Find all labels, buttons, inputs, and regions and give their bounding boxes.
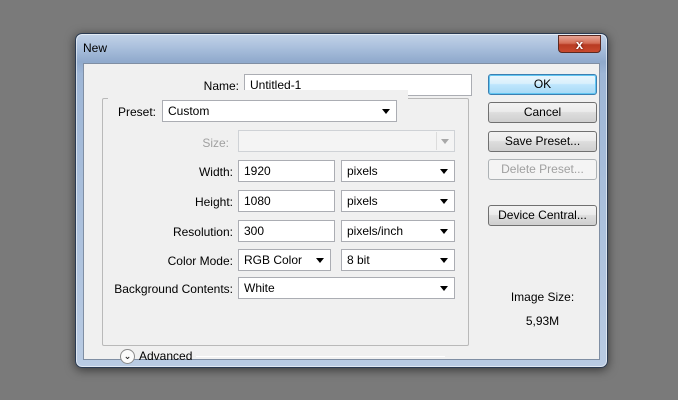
- height-unit-value: pixels: [347, 194, 378, 208]
- chevron-down-icon: [382, 109, 390, 114]
- background-contents-value: White: [244, 281, 275, 295]
- chevron-down-icon: [440, 199, 448, 204]
- chevron-down-icon: [440, 286, 448, 291]
- dialog-client-area: Name: Untitled-1 Preset: Custom Size: Wi…: [83, 63, 600, 364]
- preset-label: Preset:: [118, 105, 157, 119]
- cancel-button[interactable]: Cancel: [488, 102, 597, 123]
- advanced-divider: [196, 356, 445, 357]
- close-button[interactable]: x: [558, 35, 601, 53]
- chevron-down-icon: [441, 139, 449, 144]
- device-central-button[interactable]: Device Central...: [488, 205, 597, 226]
- bit-depth-value: 8 bit: [347, 253, 370, 267]
- height-input[interactable]: 1080: [238, 190, 335, 212]
- height-label: Height:: [194, 195, 233, 209]
- width-unit-select[interactable]: pixels: [341, 160, 455, 182]
- image-size-value: 5,93M: [525, 314, 560, 328]
- color-mode-label: Color Mode:: [167, 254, 233, 268]
- save-preset-button[interactable]: Save Preset...: [488, 131, 597, 152]
- image-size-label: Image Size:: [510, 290, 575, 304]
- width-label: Width:: [198, 165, 233, 179]
- delete-preset-button: Delete Preset...: [488, 159, 597, 180]
- new-document-dialog: New x Name: Untitled-1 Preset: Custom Si…: [75, 33, 608, 368]
- preset-value: Custom: [168, 104, 210, 118]
- ok-button[interactable]: OK: [488, 74, 597, 95]
- chevron-down-icon: [440, 258, 448, 263]
- bit-depth-select[interactable]: 8 bit: [341, 249, 455, 271]
- color-mode-value: RGB Color: [244, 253, 303, 267]
- color-mode-select[interactable]: RGB Color: [238, 249, 331, 271]
- height-unit-select[interactable]: pixels: [341, 190, 455, 212]
- background-contents-select[interactable]: White: [238, 277, 455, 299]
- preset-select[interactable]: Custom: [162, 100, 397, 122]
- chevron-double-down-icon[interactable]: ⌄: [120, 349, 135, 364]
- width-unit-value: pixels: [347, 164, 378, 178]
- resolution-unit-select[interactable]: pixels/inch: [341, 220, 455, 242]
- resolution-label: Resolution:: [172, 225, 233, 239]
- background-contents-label: Background Contents:: [114, 282, 233, 296]
- title-bar[interactable]: New x: [76, 34, 607, 62]
- advanced-label[interactable]: Advanced: [139, 349, 192, 363]
- chevron-down-icon: [316, 258, 324, 263]
- window-title: New: [83, 41, 108, 55]
- size-select: [238, 130, 455, 152]
- size-label: Size:: [202, 136, 229, 150]
- resolution-unit-value: pixels/inch: [347, 224, 404, 238]
- chevron-down-icon: [440, 229, 448, 234]
- chevron-down-icon: [440, 169, 448, 174]
- width-input[interactable]: 1920: [238, 160, 335, 182]
- resolution-input[interactable]: 300: [238, 220, 335, 242]
- close-icon: x: [575, 36, 584, 52]
